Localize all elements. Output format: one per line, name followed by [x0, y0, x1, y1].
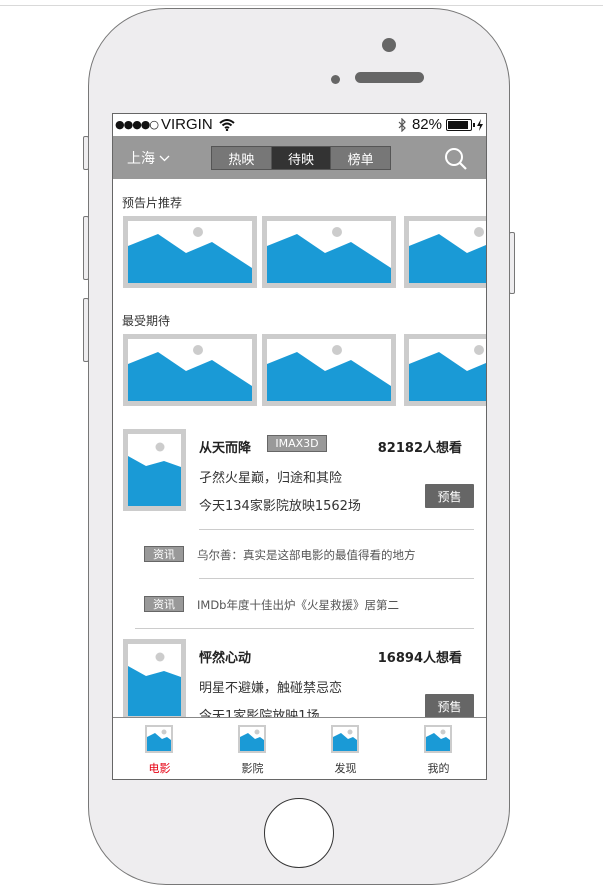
image-placeholder-icon [128, 345, 252, 401]
chevron-down-icon [159, 155, 170, 161]
movie-filter-tabs: 热映 待映 榜单 [211, 146, 391, 170]
image-placeholder-icon [267, 345, 391, 401]
tab-coming-soon[interactable]: 待映 [271, 147, 332, 169]
movie-title[interactable]: 从天而降 [199, 437, 251, 456]
section-title-anticipated: 最受期待 [122, 314, 171, 328]
cinemas-tab-icon [238, 725, 266, 753]
tab-coming-soon-label: 待映 [288, 152, 315, 168]
divider [199, 529, 474, 530]
presale-button[interactable]: 预售 [425, 694, 474, 717]
image-placeholder-icon [409, 345, 486, 401]
image-placeholder-icon [267, 227, 391, 283]
trailer-thumbnail[interactable] [262, 216, 396, 288]
tab-discover[interactable]: 发现 [299, 718, 392, 778]
tab-profile[interactable]: 我的 [392, 718, 485, 778]
want-to-see-count: 16894人想看 [377, 651, 462, 666]
earpiece-speaker [355, 72, 424, 83]
power-button [509, 232, 515, 294]
format-badge: IMAX3D [267, 435, 327, 452]
top-navigation-bar: 上海 热映 待映 榜单 [113, 136, 486, 179]
trailer-thumbnail[interactable] [404, 216, 486, 288]
tab-rankings[interactable]: 榜单 [331, 147, 391, 169]
movie-poster[interactable] [123, 429, 186, 511]
screening-info: 今天134家影院放映1562场 [199, 499, 361, 514]
search-icon[interactable] [444, 147, 468, 171]
main-content[interactable]: 预告片推荐 最受期待 从天而降 IMAX3D 82182人想看 孑然火星巅，归途… [113, 179, 486, 717]
want-to-see-count: 82182人想看 [377, 441, 462, 456]
movie-title[interactable]: 怦然心动 [199, 647, 251, 666]
screening-info: 今天1家影院放映1场 [199, 709, 320, 717]
news-badge: 资讯 [144, 546, 184, 562]
anticipated-thumbnail[interactable] [123, 334, 257, 406]
battery-percent: 82% [411, 116, 442, 133]
image-placeholder-icon [409, 227, 486, 283]
trailer-thumbnail[interactable] [123, 216, 257, 288]
news-badge: 资讯 [144, 596, 184, 612]
movie-tagline: 明星不避嫌，触碰禁忌恋 [199, 681, 343, 696]
battery-icon [446, 118, 475, 131]
status-bar: ●●●●○ VIRGIN 82% [113, 114, 486, 136]
tab-discover-label: 发现 [334, 762, 357, 775]
anticipated-thumbnail[interactable] [404, 334, 486, 406]
signal-strength: ●●●●○ [115, 118, 159, 131]
image-placeholder-icon [128, 442, 181, 506]
city-label: 上海 [127, 151, 155, 167]
app-screen: ●●●●○ VIRGIN 82% 上海 热映 待映 榜单 预告片推荐 最受期待 … [112, 113, 487, 780]
profile-tab-icon [424, 725, 452, 753]
tab-movies[interactable]: 电影 [113, 718, 206, 778]
tab-now-showing-label: 热映 [228, 152, 255, 168]
news-headline[interactable]: 乌尔善：真实是这部电影的最值得看的地方 [197, 547, 416, 563]
mute-switch [83, 136, 89, 170]
home-button[interactable] [264, 798, 334, 868]
movies-tab-icon [145, 725, 173, 753]
volume-down-button [83, 298, 89, 362]
front-camera [382, 38, 396, 52]
movie-poster[interactable] [123, 639, 186, 717]
anticipated-thumbnail[interactable] [262, 334, 396, 406]
tab-cinemas[interactable]: 影院 [206, 718, 299, 778]
tab-rankings-label: 榜单 [347, 152, 374, 168]
presale-button[interactable]: 预售 [425, 484, 474, 508]
news-headline[interactable]: IMDb年度十佳出炉《火星救援》居第二 [197, 597, 399, 613]
movie-tagline: 孑然火星巅，归途和其险 [199, 471, 343, 486]
bluetooth-icon [398, 117, 406, 132]
volume-up-button [83, 216, 89, 280]
top-divider [0, 5, 603, 6]
charging-icon [477, 118, 483, 131]
image-placeholder-icon [128, 652, 181, 716]
tab-movies-label: 电影 [148, 762, 171, 775]
bottom-tab-bar: 电影 影院 发现 我的 [113, 717, 486, 779]
discover-tab-icon [331, 725, 359, 753]
tab-now-showing[interactable]: 热映 [212, 147, 272, 169]
divider [135, 628, 474, 629]
divider [199, 578, 474, 579]
tab-cinemas-label: 影院 [241, 762, 264, 775]
section-title-trailers: 预告片推荐 [122, 196, 183, 210]
proximity-sensor [331, 75, 340, 84]
carrier-name: VIRGIN [161, 116, 213, 133]
tab-profile-label: 我的 [427, 762, 450, 775]
city-selector[interactable]: 上海 [127, 148, 170, 168]
wifi-icon [219, 118, 235, 131]
image-placeholder-icon [128, 227, 252, 283]
